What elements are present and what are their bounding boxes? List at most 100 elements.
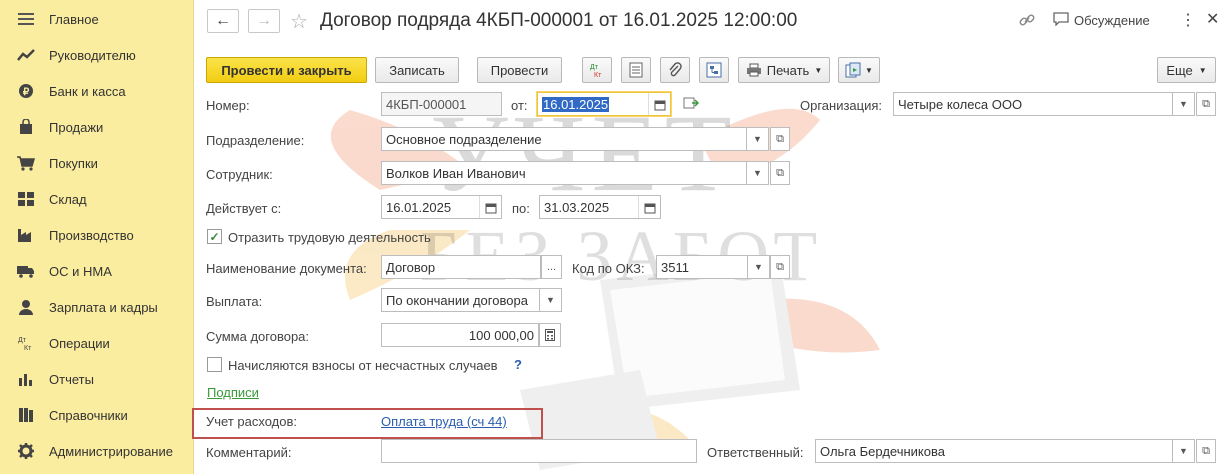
valid-to-value: 31.03.2025 — [544, 199, 610, 215]
sidebar-item-director[interactable]: Руководителю — [0, 37, 194, 73]
help-icon[interactable]: ? — [514, 357, 522, 372]
sidebar-item-salary[interactable]: Зарплата и кадры — [0, 289, 194, 325]
sidebar-item-label: Главное — [49, 11, 99, 27]
sidebar-item-label: Администрирование — [49, 443, 173, 459]
post-button[interactable]: Провести — [477, 57, 562, 83]
sidebar-item-label: ОС и НМА — [49, 263, 112, 279]
chat-icon — [1053, 12, 1069, 29]
doc-name-select-button[interactable]: ... — [541, 255, 562, 279]
sidebar: Главное Руководителю ₽ Банк и касса Прод… — [0, 0, 194, 474]
okz-field[interactable]: 3511 — [656, 255, 748, 279]
save-button[interactable]: Записать — [375, 57, 459, 83]
department-field[interactable]: Основное подразделение — [381, 127, 747, 151]
discussion-button[interactable]: Обсуждение — [1053, 12, 1150, 29]
valid-from-value: 16.01.2025 — [386, 199, 452, 215]
arrow-left-icon: ← — [215, 12, 231, 29]
print-button[interactable]: Печать ▼ — [738, 57, 830, 83]
accident-contrib-checkbox[interactable] — [207, 357, 222, 372]
sidebar-item-label: Банк и касса — [49, 83, 126, 99]
chevron-down-icon: ▼ — [814, 65, 823, 75]
trend-icon — [17, 46, 35, 64]
employee-field[interactable]: Волков Иван Иванович — [381, 161, 747, 185]
doc-name-label: Наименование документа: — [206, 261, 367, 276]
org-field[interactable]: Четыре колеса ООО — [893, 92, 1173, 116]
signatures-link[interactable]: Подписи — [207, 385, 259, 400]
chevron-down-icon: ▼ — [865, 65, 873, 75]
sidebar-item-label: Покупки — [49, 155, 98, 171]
sidebar-item-reports[interactable]: Отчеты — [0, 361, 194, 397]
sidebar-item-operations[interactable]: Дт Кт Операции — [0, 325, 194, 361]
svg-text:Дт: Дт — [590, 64, 599, 71]
more-button[interactable]: Еще ▼ — [1157, 57, 1216, 83]
document-status-icon[interactable] — [683, 96, 700, 113]
labor-activity-checkbox[interactable]: ✓ — [207, 229, 222, 244]
calendar-icon[interactable] — [638, 196, 660, 218]
employee-open-icon[interactable]: ⧉ — [770, 161, 790, 185]
valid-to-field[interactable]: 31.03.2025 — [539, 195, 661, 219]
create-based-on-button[interactable]: ▼ — [838, 57, 880, 83]
department-open-icon[interactable]: ⧉ — [770, 127, 790, 151]
responsible-open-icon[interactable]: ⧉ — [1196, 439, 1216, 463]
back-button[interactable]: ← — [207, 9, 239, 33]
books-icon — [17, 406, 35, 424]
responsible-field[interactable]: Ольга Бердечникова — [815, 439, 1173, 463]
sidebar-item-production[interactable]: Производство — [0, 217, 194, 253]
doc-name-field[interactable]: Договор — [381, 255, 541, 279]
chevron-down-icon: ▼ — [1198, 65, 1207, 75]
payment-dropdown-icon[interactable]: ▼ — [540, 288, 562, 312]
department-dropdown-icon[interactable]: ▼ — [747, 127, 769, 151]
favorite-star-icon[interactable]: ☆ — [290, 9, 308, 34]
discussion-label: Обсуждение — [1074, 13, 1150, 28]
svg-text:Дт: Дт — [18, 337, 27, 344]
expense-link[interactable]: Оплата труда (сч 44) — [381, 414, 507, 429]
bar-chart-icon — [17, 370, 35, 388]
number-field[interactable]: 4КБП-000001 — [381, 92, 502, 116]
org-open-icon[interactable]: ⧉ — [1196, 92, 1216, 116]
svg-text:₽: ₽ — [23, 87, 30, 98]
responsible-dropdown-icon[interactable]: ▼ — [1173, 439, 1195, 463]
link-icon[interactable] — [1019, 12, 1035, 31]
sidebar-item-label: Продажи — [49, 119, 104, 135]
forward-button[interactable]: → — [248, 9, 280, 33]
amount-label: Сумма договора: — [206, 329, 310, 344]
sidebar-item-label: Операции — [49, 335, 110, 351]
printer-icon — [746, 63, 761, 77]
sidebar-item-bank[interactable]: ₽ Банк и касса — [0, 73, 194, 109]
sidebar-item-label: Зарплата и кадры — [49, 299, 158, 315]
comment-label: Комментарий: — [206, 445, 292, 460]
structure-button[interactable] — [699, 57, 729, 83]
sidebar-item-sales[interactable]: Продажи — [0, 109, 194, 145]
comment-field[interactable] — [381, 439, 697, 463]
sidebar-item-references[interactable]: Справочники — [0, 397, 194, 433]
date-field[interactable]: 16.01.2025 — [537, 92, 671, 116]
calendar-icon[interactable] — [479, 196, 501, 218]
more-vert-icon[interactable]: ⋮ — [1180, 10, 1196, 30]
okz-open-icon[interactable]: ⧉ — [770, 255, 790, 279]
org-dropdown-icon[interactable]: ▼ — [1173, 92, 1195, 116]
calculator-icon[interactable] — [539, 323, 561, 347]
sidebar-item-label: Склад — [49, 191, 87, 207]
sidebar-item-main[interactable]: Главное — [0, 1, 194, 37]
payment-label: Выплата: — [206, 294, 263, 309]
truck-icon — [17, 262, 35, 280]
okz-dropdown-icon[interactable]: ▼ — [748, 255, 770, 279]
sidebar-item-purchases[interactable]: Покупки — [0, 145, 194, 181]
amount-field[interactable]: 100 000,00 — [381, 323, 539, 347]
sidebar-item-fixed-assets[interactable]: ОС и НМА — [0, 253, 194, 289]
print-label: Печать — [766, 62, 810, 78]
payment-field[interactable]: По окончании договора — [381, 288, 540, 312]
post-and-close-button[interactable]: Провести и закрыть — [206, 57, 367, 83]
sidebar-item-admin[interactable]: Администрирование — [0, 433, 194, 469]
valid-from-label: Действует с: — [206, 201, 282, 216]
journal-button[interactable] — [621, 57, 651, 83]
valid-from-field[interactable]: 16.01.2025 — [381, 195, 502, 219]
date-from-label: от: — [511, 98, 528, 113]
calendar-icon[interactable] — [648, 93, 670, 115]
dt-kt-button[interactable]: Дт Кт — [582, 57, 612, 83]
sidebar-item-warehouse[interactable]: Склад — [0, 181, 194, 217]
dt-kt-icon: ДтКт — [17, 334, 35, 352]
person-icon — [17, 298, 35, 316]
close-icon[interactable]: ✕ — [1206, 9, 1219, 29]
attach-button[interactable] — [660, 57, 690, 83]
employee-dropdown-icon[interactable]: ▼ — [747, 161, 769, 185]
